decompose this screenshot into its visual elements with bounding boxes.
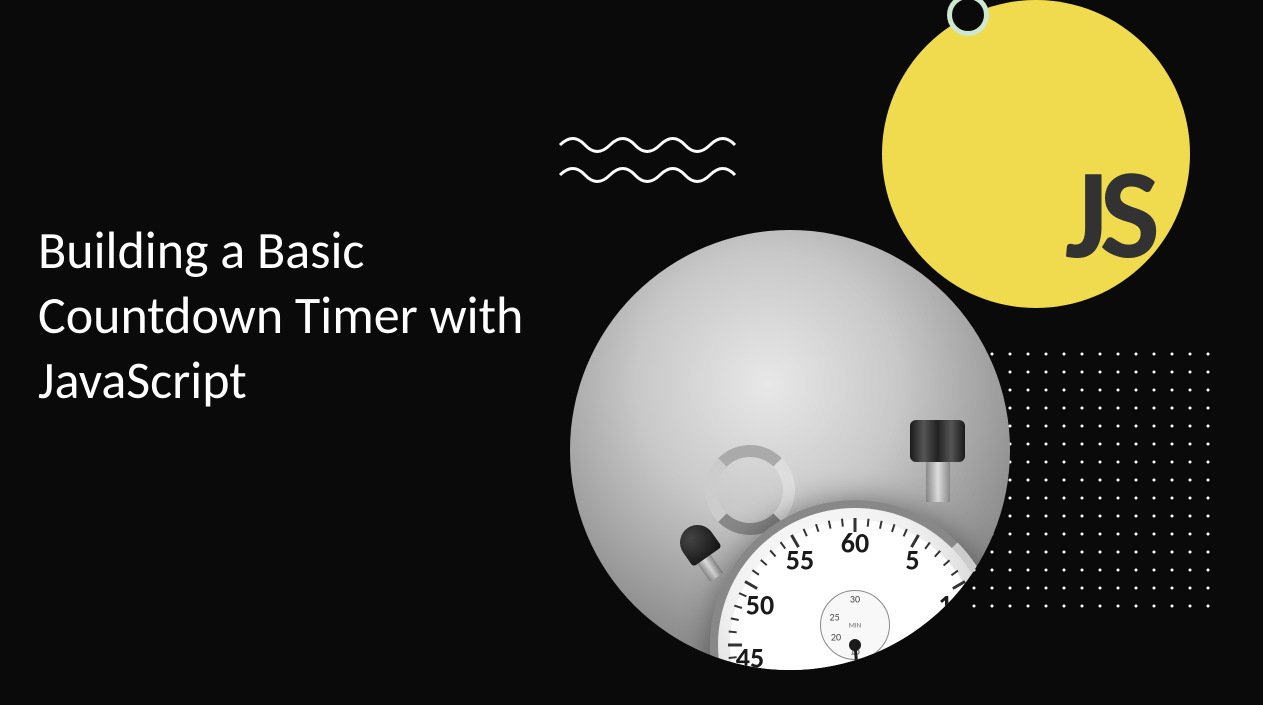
watch-number-50: 50 <box>746 588 774 623</box>
watch-number-15: 15 <box>948 640 976 670</box>
subdial-20: 20 <box>831 631 841 644</box>
watch-number-55: 55 <box>786 543 814 578</box>
page-title: Building a Basic Countdown Timer with Ja… <box>38 218 618 413</box>
wave-icon <box>555 130 755 190</box>
wave-decoration <box>555 130 755 190</box>
stopwatch-face: 60 5 10 15 45 50 55 30 25 20 15 MIN <box>730 520 980 670</box>
subdial-25: 25 <box>830 610 840 623</box>
watch-number-5: 5 <box>905 543 919 578</box>
watch-number-45: 45 <box>736 640 764 670</box>
js-logo-badge: JS <box>882 0 1190 308</box>
js-logo-text: JS <box>1065 150 1152 278</box>
stopwatch-center-pin <box>849 639 861 651</box>
watch-number-10: 10 <box>938 588 966 623</box>
stopwatch-body: 60 5 10 15 45 50 55 30 25 20 15 MIN <box>660 390 1010 670</box>
stopwatch-image: 60 5 10 15 45 50 55 30 25 20 15 MIN <box>570 230 1010 670</box>
subdial-30: 30 <box>850 593 860 606</box>
subdial-label: MIN <box>849 621 861 630</box>
watch-number-60: 60 <box>841 525 869 560</box>
stopwatch-crown <box>910 420 965 495</box>
